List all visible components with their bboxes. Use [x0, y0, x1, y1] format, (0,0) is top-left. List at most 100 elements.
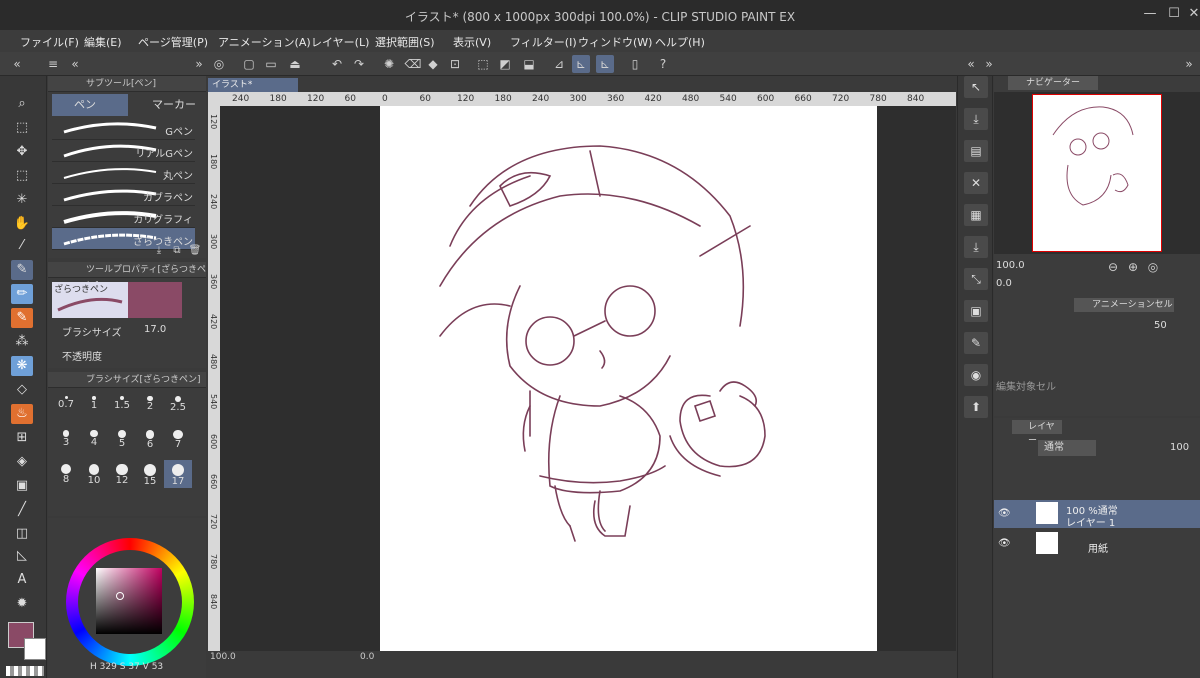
blend-mode-select[interactable]: 通常 [1038, 440, 1096, 456]
fit-icon[interactable]: ⤡ [964, 268, 988, 290]
transparent-color-swatch[interactable] [6, 666, 44, 676]
print-icon[interactable]: ▤ [964, 140, 988, 162]
expand-far-right-icon[interactable]: » [1180, 55, 1198, 73]
hand-tool-icon[interactable]: ✋ [11, 214, 33, 234]
move-tool-icon[interactable]: ✥ [11, 142, 33, 162]
brush-size-5[interactable]: 5 [108, 426, 136, 454]
minimize-button[interactable]: — [1142, 6, 1158, 22]
subtool-copy-icon[interactable]: ⧉ [168, 242, 186, 260]
brush-round-pen[interactable]: 丸ペン [52, 162, 195, 184]
export-icon[interactable]: ⤓ [964, 236, 988, 258]
import-icon[interactable]: ⤓ [964, 108, 988, 130]
maximize-button[interactable]: ☐ [1166, 6, 1182, 22]
layer-row-paper[interactable]: 👁 用紙 [994, 530, 1200, 558]
menu-page[interactable]: ページ管理(P) [138, 34, 208, 50]
smartphone-icon[interactable]: ▯ [626, 55, 644, 73]
zoom-out-icon[interactable]: ⊖ [1104, 258, 1122, 276]
figure-icon[interactable]: ⬆ [964, 396, 988, 418]
menu-edit[interactable]: 編集(E) [84, 34, 122, 50]
expand-icon[interactable]: » [190, 55, 208, 73]
menu-file[interactable]: ファイル(F) [20, 34, 79, 50]
eraser-tool-icon[interactable]: ◇ [11, 380, 33, 400]
decoration-tool-icon[interactable]: ❋ [11, 356, 33, 376]
zoom-value[interactable]: 100.0 [210, 652, 236, 662]
snap-grid-icon[interactable]: ⊾ [596, 55, 614, 73]
sub-color-swatch[interactable] [24, 638, 46, 660]
open-file-icon[interactable]: ▭ [262, 55, 280, 73]
menu-layer[interactable]: レイヤー(L) [311, 34, 369, 50]
color-picker-cursor[interactable] [116, 592, 124, 600]
brush-size-17[interactable]: 17 [164, 460, 192, 488]
new-file-icon[interactable]: ▢ [240, 55, 258, 73]
menu-animation[interactable]: アニメーション(A) [218, 34, 311, 50]
clip-studio-icon[interactable]: ◎ [210, 55, 228, 73]
layer-row-1[interactable]: 👁 100 %通常 レイヤー 1 [994, 500, 1200, 529]
ruler-grid-tool-icon[interactable]: ⊞ [11, 428, 33, 448]
brush-size-1[interactable]: 1 [80, 392, 108, 420]
onion-opacity[interactable]: 50 [1154, 320, 1167, 331]
brush-g-pen[interactable]: Gペン [52, 118, 195, 140]
brush-size-2[interactable]: 2 [136, 392, 164, 420]
operation-tool-icon[interactable]: ⬚ [11, 118, 33, 138]
document-tab[interactable]: イラスト* [208, 78, 298, 92]
panel-menu-icon[interactable]: ≡ [44, 55, 62, 73]
clear-icon[interactable]: ⌫ [404, 55, 422, 73]
save-icon[interactable]: ⏏ [286, 55, 304, 73]
close-doc-icon[interactable]: ✕ [964, 172, 988, 194]
close-button[interactable]: ✕ [1186, 6, 1200, 22]
zoom-tool-icon[interactable]: ⌕ [11, 94, 33, 114]
brush-size-1.5[interactable]: 1.5 [108, 392, 136, 420]
brush-size-7[interactable]: 7 [164, 426, 192, 454]
pattern-icon[interactable]: ▦ [964, 204, 988, 226]
help-icon[interactable]: ? [654, 55, 672, 73]
text-tool-icon[interactable]: A [11, 570, 33, 590]
brush-size-value[interactable]: 17.0 [144, 324, 166, 335]
menu-help[interactable]: ヘルプ(H) [655, 34, 705, 50]
menu-filter[interactable]: フィルター(I) [510, 34, 577, 50]
transform-icon[interactable]: ⊡ [446, 55, 464, 73]
brush-size-2.5[interactable]: 2.5 [164, 392, 192, 420]
balloon-tool-icon[interactable]: ✹ [11, 594, 33, 614]
fill-tool-icon[interactable]: ◈ [11, 452, 33, 472]
subtool-delete-icon[interactable]: 🗑 [186, 242, 204, 260]
snap-special-ruler-icon[interactable]: ⊾ [572, 55, 590, 73]
brush-size-0.7[interactable]: 0.7 [52, 392, 80, 420]
zoom-reset-icon[interactable]: ◎ [1144, 258, 1162, 276]
brush-real-g-pen[interactable]: リアルGペン [52, 140, 195, 162]
layer-opacity[interactable]: 100 [1170, 442, 1189, 453]
zoom-in-icon[interactable]: ⊕ [1124, 258, 1142, 276]
snap-ruler-icon[interactable]: ⊿ [550, 55, 568, 73]
camera-icon[interactable]: ◉ [964, 364, 988, 386]
menu-window[interactable]: ウィンドウ(W) [578, 34, 652, 50]
tab-navigator[interactable]: ナビゲーター [1008, 76, 1098, 90]
tab-animation-cel[interactable]: アニメーションセル [1074, 298, 1174, 312]
tab-pen[interactable]: ペン [52, 94, 128, 116]
visibility-icon[interactable]: 👁 [998, 538, 1011, 549]
menu-view[interactable]: 表示(V) [453, 34, 491, 50]
brush-tool-icon[interactable]: ✎ [11, 308, 33, 328]
blend-tool-icon[interactable]: ♨ [11, 404, 33, 424]
auto-select-tool-icon[interactable]: ✳ [11, 190, 33, 210]
collapse-left-icon[interactable]: « [8, 55, 26, 73]
menu-selection[interactable]: 選択範囲(S) [375, 34, 435, 50]
color-saturation-square[interactable] [96, 568, 162, 634]
tab-marker[interactable]: マーカー [130, 94, 206, 116]
frame-tool-icon[interactable]: ◫ [11, 524, 33, 544]
canvas-paper[interactable] [380, 106, 877, 652]
brush-size-12[interactable]: 12 [108, 460, 136, 488]
brush-size-15[interactable]: 15 [136, 460, 164, 488]
expand-right-icon[interactable]: » [980, 55, 998, 73]
brush-size-8[interactable]: 8 [52, 460, 80, 488]
invert-selection-icon[interactable]: ◩ [496, 55, 514, 73]
pencil-tool-icon[interactable]: ✏ [11, 284, 33, 304]
pen-tool-icon[interactable]: ✎ [11, 260, 33, 280]
eyedropper-tool-icon[interactable]: ⁄ [11, 236, 33, 256]
undo-icon[interactable]: ↶ [328, 55, 346, 73]
collapse-right-icon[interactable]: « [962, 55, 980, 73]
collapse-icon[interactable]: « [66, 55, 84, 73]
navigator-thumbnail[interactable] [1032, 94, 1162, 252]
airbrush-tool-icon[interactable]: ⁂ [11, 332, 33, 352]
subtool-download-icon[interactable]: ⤓ [150, 242, 168, 260]
brush-size-10[interactable]: 10 [80, 460, 108, 488]
image-icon[interactable]: ▣ [964, 300, 988, 322]
